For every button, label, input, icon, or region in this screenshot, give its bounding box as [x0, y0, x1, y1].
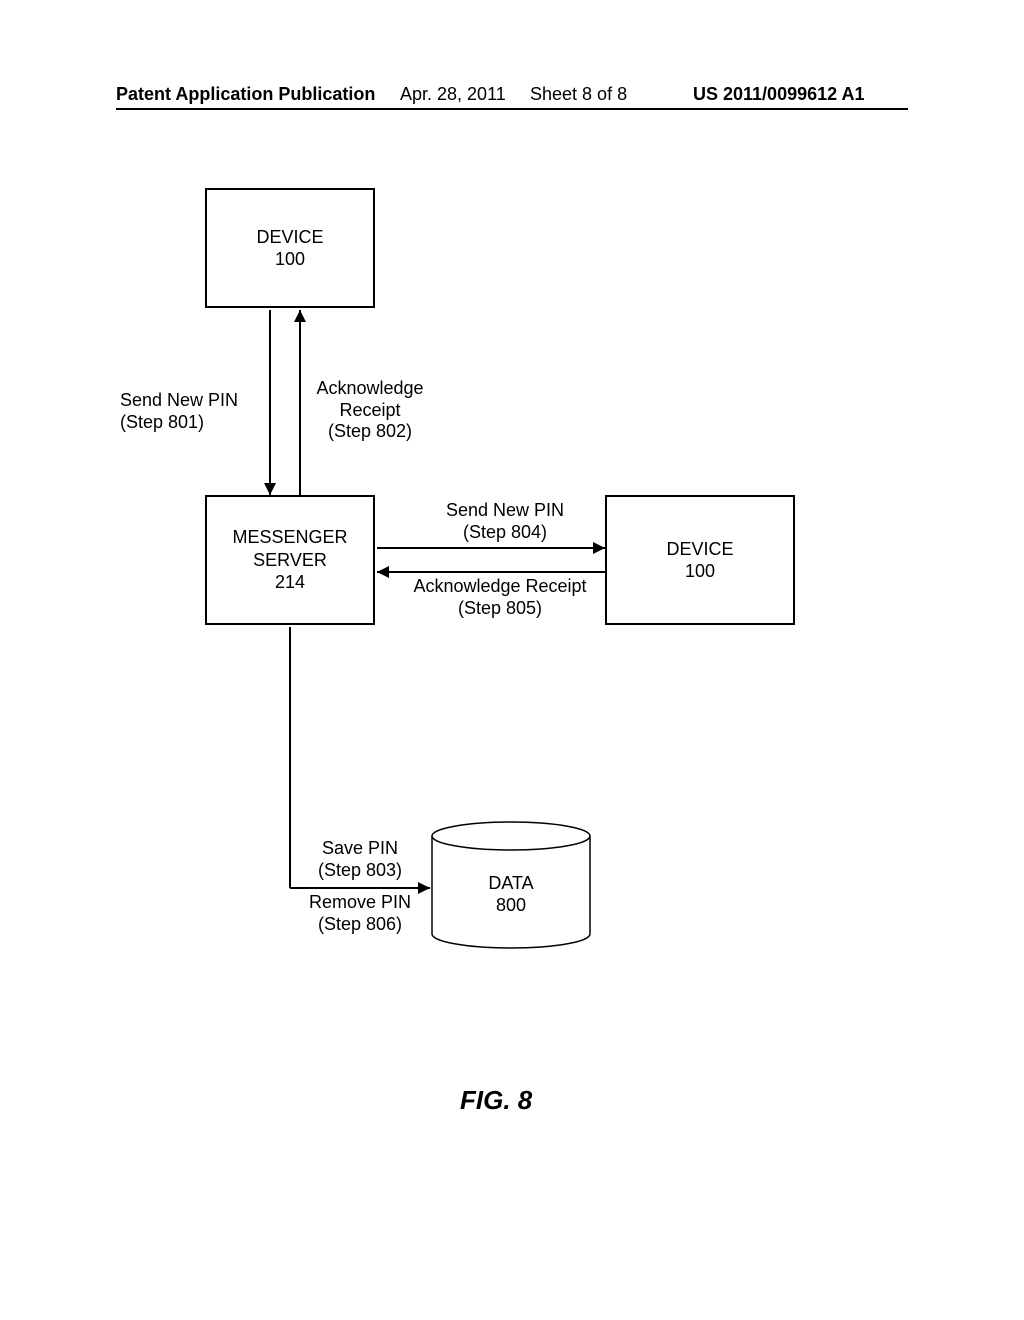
label-803-l1: Save PIN: [300, 838, 420, 860]
cylinder-data-num: 800: [496, 894, 526, 917]
label-send-new-pin-801: Send New PIN (Step 801): [120, 390, 260, 433]
label-802-l2: Receipt: [305, 400, 435, 422]
figure-caption: FIG. 8: [460, 1085, 532, 1116]
box-device-top-title: DEVICE: [256, 226, 323, 249]
box-device-top-num: 100: [275, 248, 305, 271]
label-804-l2: (Step 804): [420, 522, 590, 544]
box-device-right-num: 100: [685, 560, 715, 583]
arrows-overlay: [0, 0, 1024, 1320]
label-803-l2: (Step 803): [300, 860, 420, 882]
box-device-top: DEVICE 100: [205, 188, 375, 308]
label-send-new-pin-804: Send New PIN (Step 804): [420, 500, 590, 543]
label-801-l1: Send New PIN: [120, 390, 260, 412]
label-801-l2: (Step 801): [120, 412, 260, 434]
label-remove-806: Remove PIN (Step 806): [300, 892, 420, 935]
cylinder-data: DATA 800: [430, 820, 592, 950]
label-ack-805: Acknowledge Receipt (Step 805): [400, 576, 600, 619]
label-802-l3: (Step 802): [305, 421, 435, 443]
label-802-l1: Acknowledge: [305, 378, 435, 400]
box-device-right-title: DEVICE: [666, 538, 733, 561]
label-ack-802: Acknowledge Receipt (Step 802): [305, 378, 435, 443]
label-804-l1: Send New PIN: [420, 500, 590, 522]
box-messenger-title: MESSENGER: [232, 526, 347, 549]
label-806-l2: (Step 806): [300, 914, 420, 936]
label-save-803: Save PIN (Step 803): [300, 838, 420, 881]
cylinder-data-title: DATA: [488, 872, 533, 895]
box-messenger-num: 214: [275, 571, 305, 594]
label-805-l1: Acknowledge Receipt: [400, 576, 600, 598]
label-806-l1: Remove PIN: [300, 892, 420, 914]
box-messenger-sub: SERVER: [253, 549, 327, 572]
box-device-right: DEVICE 100: [605, 495, 795, 625]
diagram: DEVICE 100 MESSENGER SERVER 214 DEVICE 1…: [0, 0, 1024, 1320]
label-805-l2: (Step 805): [400, 598, 600, 620]
box-messenger-server: MESSENGER SERVER 214: [205, 495, 375, 625]
